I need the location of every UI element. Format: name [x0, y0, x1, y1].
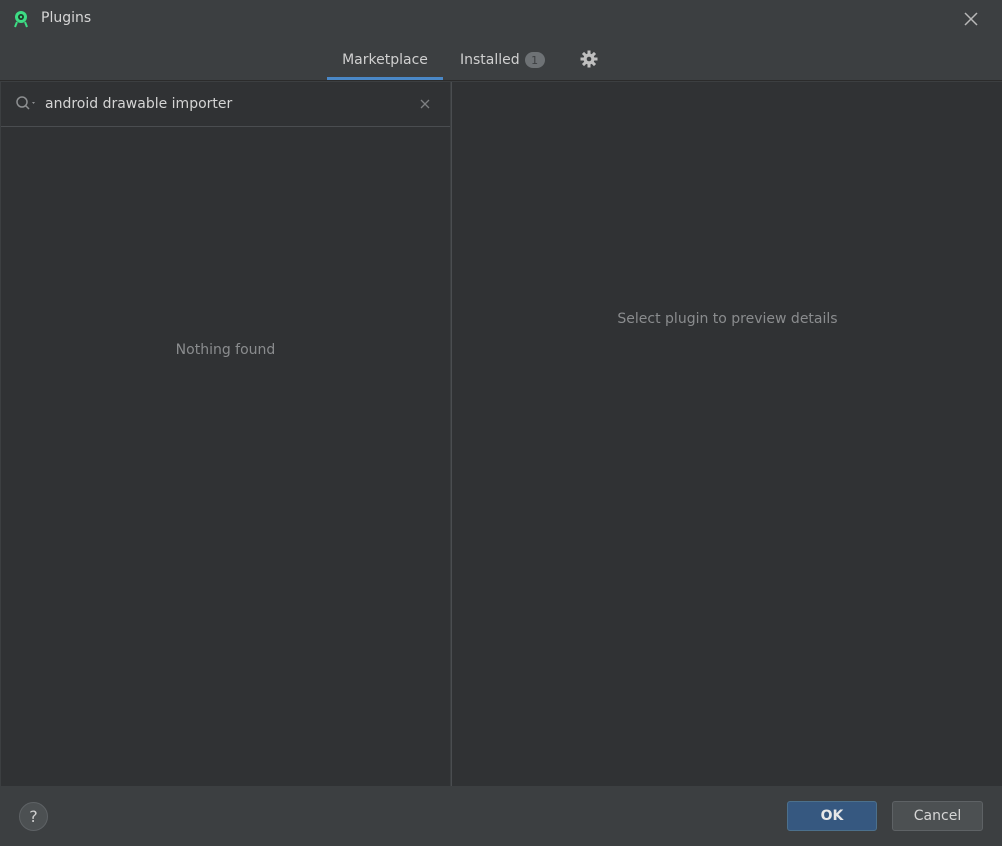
plugin-details-panel: Select plugin to preview details	[451, 82, 1002, 786]
search-input[interactable]	[45, 93, 405, 115]
tab-marketplace-label: Marketplace	[342, 52, 428, 68]
search-icon[interactable]	[15, 95, 39, 113]
ok-button[interactable]: OK	[787, 801, 877, 831]
window-title: Plugins	[41, 10, 92, 26]
plugin-list-panel: Nothing found	[1, 82, 450, 786]
close-button[interactable]	[960, 8, 982, 30]
search-bar	[1, 82, 450, 127]
gear-icon[interactable]	[579, 49, 599, 69]
help-button[interactable]: ?	[19, 802, 48, 831]
tab-marketplace[interactable]: Marketplace	[327, 40, 443, 80]
android-studio-icon	[14, 11, 28, 28]
clear-search-icon[interactable]	[417, 96, 433, 112]
empty-results-message: Nothing found	[175, 342, 276, 358]
dialog-footer: ? OK Cancel	[0, 786, 1002, 846]
details-empty-message: Select plugin to preview details	[617, 311, 838, 327]
cancel-button[interactable]: Cancel	[892, 801, 983, 831]
tab-installed[interactable]: Installed 1	[452, 40, 552, 80]
tabs-bar: Marketplace Installed 1	[0, 40, 1002, 81]
tab-installed-label: Installed	[460, 52, 520, 68]
title-bar: Plugins	[0, 0, 1002, 40]
installed-count-badge: 1	[524, 52, 545, 68]
active-tab-indicator	[327, 77, 443, 80]
close-icon	[964, 12, 978, 26]
